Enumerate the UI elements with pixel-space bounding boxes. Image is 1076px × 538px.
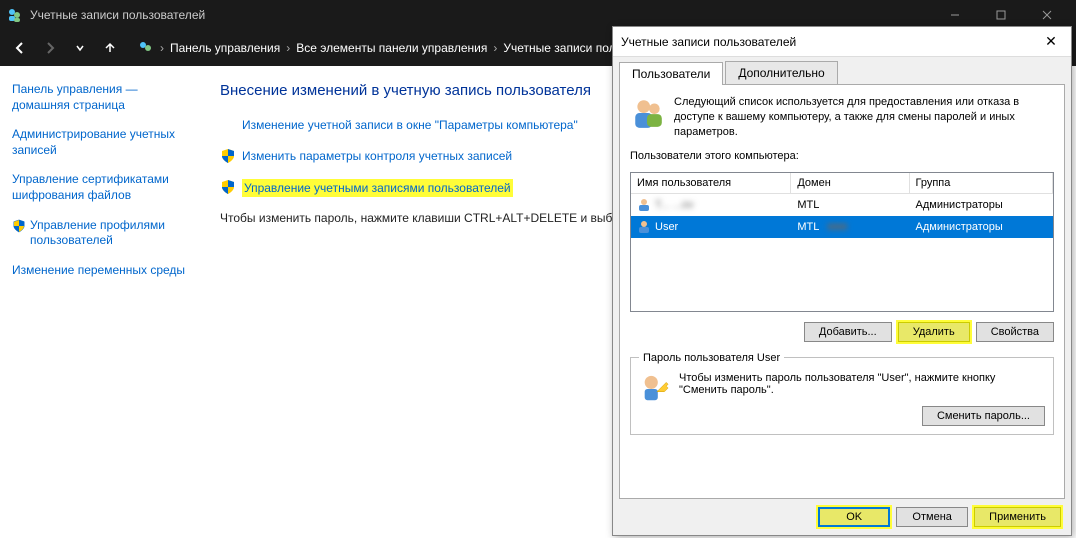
user-list[interactable]: Имя пользователя Домен Группа T... ...ov…	[630, 172, 1054, 312]
column-user[interactable]: Имя пользователя	[631, 173, 791, 193]
app-icon	[6, 7, 22, 23]
sidebar-link-env-vars[interactable]: Изменение переменных среды	[12, 263, 188, 279]
dialog-title: Учетные записи пользователей	[621, 35, 1039, 49]
tab-users[interactable]: Пользователи	[619, 62, 723, 85]
ok-button[interactable]: OK	[818, 507, 890, 527]
password-text: Чтобы изменить пароль пользователя "User…	[679, 372, 1045, 396]
sidebar-link-home[interactable]: Панель управления — домашняя страница	[12, 82, 188, 113]
apply-button[interactable]: Применить	[974, 507, 1061, 527]
user-list-label: Пользователи этого компьютера:	[630, 150, 1054, 162]
user-domain-cell: MTL	[791, 197, 909, 213]
link-manage-accounts[interactable]: Управление учетными записями пользовател…	[242, 179, 513, 198]
user-accounts-dialog: Учетные записи пользователей ✕ Пользоват…	[612, 26, 1072, 536]
breadcrumb: › Панель управления › Все элементы панел…	[136, 39, 649, 57]
shield-icon	[12, 219, 26, 233]
user-row[interactable]: T... ...ov MTL Администраторы	[631, 194, 1053, 216]
shield-icon	[220, 179, 236, 195]
user-domain-cell: MTL	[797, 221, 819, 233]
users-icon	[630, 95, 666, 131]
user-row-selected[interactable]: User MTL■■■ Администраторы	[631, 216, 1053, 238]
sidebar-link-certs[interactable]: Управление сертификатами шифрования файл…	[12, 172, 188, 203]
user-icon	[637, 220, 651, 234]
remove-button[interactable]: Удалить	[898, 322, 970, 342]
crumb-1[interactable]: Все элементы панели управления	[296, 41, 487, 55]
column-group[interactable]: Группа	[910, 173, 1053, 193]
user-list-header: Имя пользователя Домен Группа	[631, 173, 1053, 194]
sidebar: Панель управления — домашняя страница Ад…	[0, 66, 200, 538]
dialog-titlebar: Учетные записи пользователей ✕	[613, 27, 1071, 57]
user-group-cell: Администраторы	[910, 219, 1053, 235]
up-button[interactable]	[98, 36, 122, 60]
link-change-account-settings[interactable]: Изменение учетной записи в окне "Парамет…	[242, 117, 578, 134]
shield-icon	[220, 148, 236, 164]
recent-button[interactable]	[68, 36, 92, 60]
link-uac-settings[interactable]: Изменить параметры контроля учетных запи…	[242, 148, 512, 165]
user-name-cell: T... ...ov	[655, 199, 694, 211]
crumb-0[interactable]: Панель управления	[170, 41, 280, 55]
password-fieldset: Пароль пользователя User Чтобы изменить …	[630, 352, 1054, 435]
column-domain[interactable]: Домен	[791, 173, 909, 193]
key-icon	[639, 372, 671, 404]
window-title: Учетные записи пользователей	[30, 8, 932, 22]
tab-advanced[interactable]: Дополнительно	[725, 61, 837, 84]
cancel-button[interactable]: Отмена	[896, 507, 968, 527]
dialog-tabs: Пользователи Дополнительно	[613, 57, 1071, 84]
password-legend: Пароль пользователя User	[639, 352, 784, 364]
control-panel-icon	[136, 39, 154, 57]
user-icon	[637, 198, 651, 212]
forward-button[interactable]	[38, 36, 62, 60]
sidebar-link-admin-accounts[interactable]: Администрирование учетных записей	[12, 127, 188, 158]
back-button[interactable]	[8, 36, 32, 60]
dialog-intro-text: Следующий список используется для предос…	[674, 95, 1054, 140]
properties-button[interactable]: Свойства	[976, 322, 1054, 342]
user-name-cell: User	[655, 221, 678, 233]
change-password-button[interactable]: Сменить пароль...	[922, 406, 1045, 426]
dialog-footer: OK Отмена Применить	[613, 499, 1071, 535]
sidebar-link-profiles[interactable]: Управление профилями пользователей	[30, 218, 188, 249]
add-button[interactable]: Добавить...	[804, 322, 892, 342]
dialog-close-button[interactable]: ✕	[1039, 30, 1063, 54]
user-group-cell: Администраторы	[910, 197, 1053, 213]
